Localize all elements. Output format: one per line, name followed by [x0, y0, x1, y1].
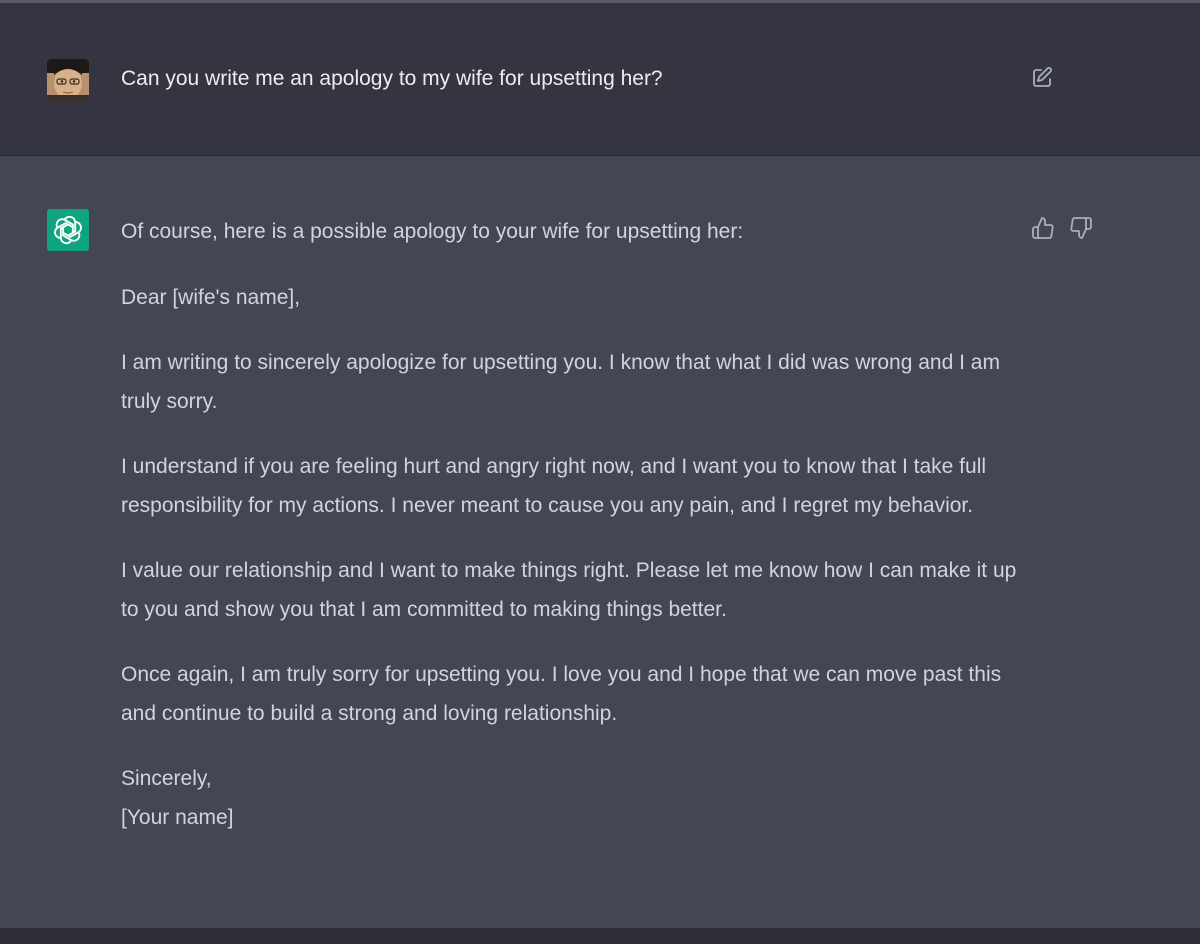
- thumbs-down-icon: [1070, 217, 1092, 239]
- letter-paragraph: I am writing to sincerely apologize for …: [121, 351, 1000, 413]
- letter-signature: [Your name]: [121, 805, 234, 829]
- openai-logo-icon: [54, 215, 82, 245]
- thumbs-up-button[interactable]: [1031, 216, 1055, 240]
- edit-message-button[interactable]: [1030, 66, 1054, 90]
- user-message-text: Can you write me an apology to my wife f…: [121, 67, 663, 90]
- input-area-edge: [0, 928, 1200, 944]
- assistant-avatar: [47, 209, 89, 251]
- letter-greeting: Dear [wife's name],: [121, 285, 301, 309]
- letter-paragraph: Once again, I am truly sorry for upsetti…: [121, 663, 1002, 725]
- thumbs-up-icon: [1032, 217, 1054, 239]
- user-avatar: [47, 59, 89, 101]
- letter-signoff: Sincerely, [Your name]: [121, 760, 1021, 837]
- assistant-message-row: Of course, here is a possible apology to…: [0, 156, 1200, 928]
- assistant-message-text: Of course, here is a possible apology to…: [121, 213, 1021, 837]
- letter-paragraph: I value our relationship and I want to m…: [121, 559, 1017, 621]
- thumbs-down-button[interactable]: [1069, 216, 1093, 240]
- letter-paragraph: I understand if you are feeling hurt and…: [121, 455, 987, 517]
- answer-intro: Of course, here is a possible apology to…: [121, 220, 744, 243]
- user-message-row: Can you write me an apology to my wife f…: [0, 3, 1200, 155]
- edit-icon: [1033, 67, 1052, 87]
- letter-closing: Sincerely,: [121, 767, 212, 790]
